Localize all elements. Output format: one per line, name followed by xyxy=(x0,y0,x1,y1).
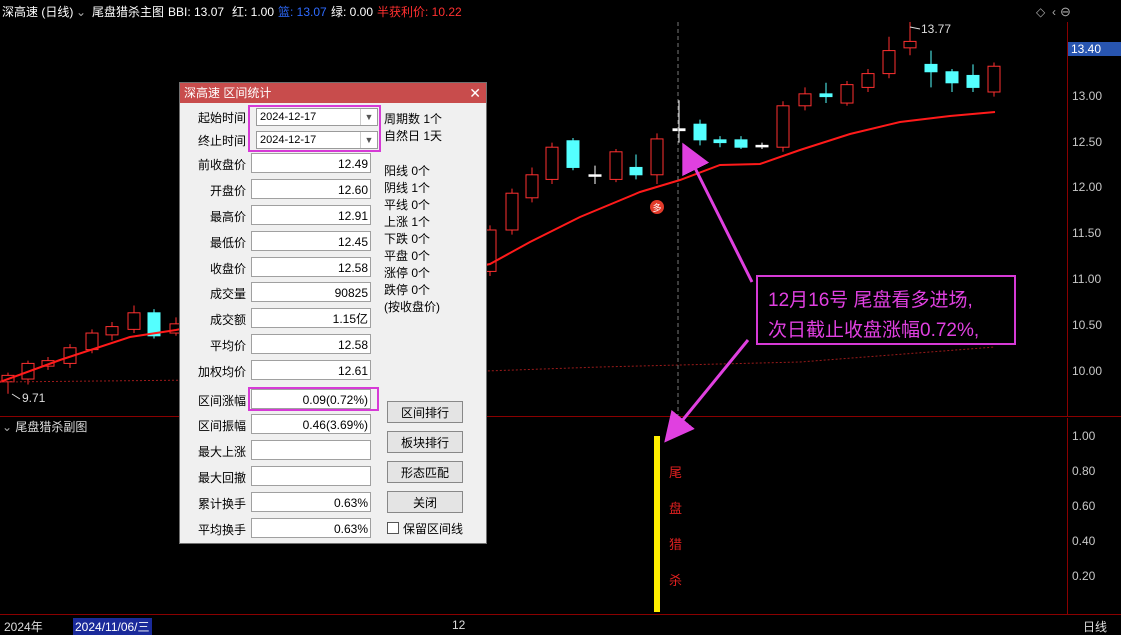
stat-label: 区间振幅 xyxy=(197,419,246,433)
stat-label: 开盘价 xyxy=(209,184,246,198)
stat-value: 12.58 xyxy=(251,257,371,277)
gain-highlight xyxy=(248,387,379,411)
stat-unchanged: 平盘 0个 xyxy=(384,249,431,263)
stat-label: 最大上涨 xyxy=(197,445,246,459)
arrow-to-candle xyxy=(682,142,754,283)
stat-label: 加权均价 xyxy=(197,365,246,379)
stat-note: (按收盘价) xyxy=(384,300,440,314)
stat-value: 1.15亿 xyxy=(251,308,371,328)
stat-value xyxy=(251,466,371,486)
keep-line-checkbox[interactable] xyxy=(387,522,399,534)
period-count: 周期数 1个 xyxy=(384,112,443,126)
stat-label: 最大回撤 xyxy=(197,471,246,485)
stat-label: 平均价 xyxy=(209,339,246,353)
stat-value: 12.58 xyxy=(251,334,371,354)
dialog-titlebar[interactable]: 深高速 区间统计 ✕ xyxy=(180,83,486,103)
stat-value: 0.63% xyxy=(251,518,371,538)
stat-label: 成交量 xyxy=(209,287,246,301)
stat-label: 前收盘价 xyxy=(197,158,246,172)
annotation-line-1: 12月16号 尾盘看多进场, xyxy=(768,290,973,311)
annotation-box: 12月16号 尾盘看多进场, 次日截止收盘涨幅0.72%, xyxy=(756,275,1016,345)
stat-value: 12.91 xyxy=(251,205,371,225)
stat-value: 0.63% xyxy=(251,492,371,512)
stat-value: 90825 xyxy=(251,282,371,302)
sector-rank-button[interactable]: 板块排行 xyxy=(387,431,463,453)
keep-line-label: 保留区间线 xyxy=(403,522,464,536)
stat-label: 平均换手 xyxy=(197,523,246,537)
natural-days: 自然日 1天 xyxy=(384,129,443,143)
stat-flat-line: 平线 0个 xyxy=(384,198,431,212)
stat-value: 12.45 xyxy=(251,231,371,251)
start-time-label: 起始时间 xyxy=(197,111,246,125)
stat-value: 12.60 xyxy=(251,179,371,199)
range-rank-button[interactable]: 区间排行 xyxy=(387,401,463,423)
pattern-match-button[interactable]: 形态匹配 xyxy=(387,461,463,483)
range-stats-dialog: 深高速 区间统计 ✕ 起始时间 2024-12-17 ▼ 终止时间 2024-12… xyxy=(179,82,487,544)
stat-label: 最低价 xyxy=(209,236,246,250)
stat-label: 收盘价 xyxy=(209,262,246,276)
dialog-title: 深高速 区间统计 xyxy=(184,86,272,100)
date-highlight xyxy=(248,105,381,152)
close-button[interactable]: 关闭 xyxy=(387,491,463,513)
stat-label: 区间涨幅 xyxy=(197,394,246,408)
stat-value xyxy=(251,440,371,460)
stat-label: 成交额 xyxy=(209,313,246,327)
stat-yin: 阴线 1个 xyxy=(384,181,431,195)
stat-down: 下跌 0个 xyxy=(384,232,431,246)
annotation-line-2: 次日截止收盘涨幅0.72%, xyxy=(768,320,980,341)
close-icon[interactable]: ✕ xyxy=(469,83,481,103)
stat-yang: 阳线 0个 xyxy=(384,164,431,178)
stat-value: 12.49 xyxy=(251,153,371,173)
stat-up: 上涨 1个 xyxy=(384,215,431,229)
stat-value: 12.61 xyxy=(251,360,371,380)
stat-label: 最高价 xyxy=(209,210,246,224)
arrow-to-signal xyxy=(664,339,750,443)
stat-value: 0.46(3.69%) xyxy=(251,414,371,434)
stat-label: 累计换手 xyxy=(197,497,246,511)
stat-limit-down: 跌停 0个 xyxy=(384,283,431,297)
stat-limit-up: 涨停 0个 xyxy=(384,266,431,280)
end-time-label: 终止时间 xyxy=(197,134,246,148)
